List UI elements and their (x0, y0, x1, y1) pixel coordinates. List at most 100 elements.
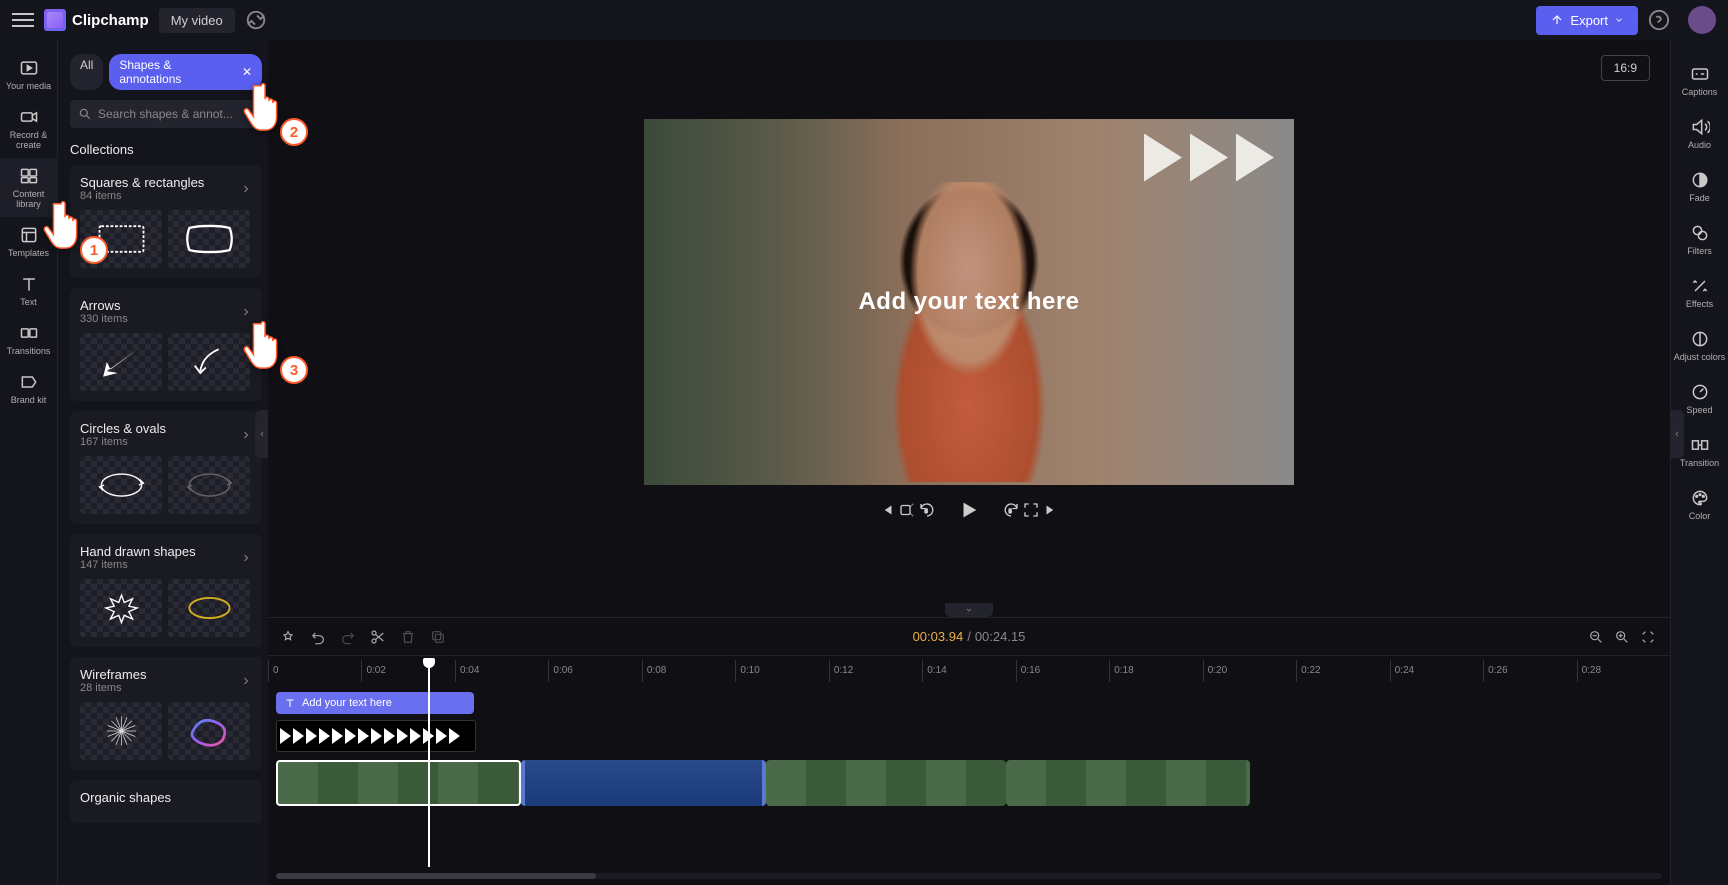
rail-audio[interactable]: Audio (1671, 107, 1728, 160)
video-clip-4[interactable] (1006, 760, 1250, 806)
player-controls: 5 5 (878, 485, 1060, 545)
color-icon (1690, 488, 1710, 508)
close-icon[interactable]: ✕ (242, 65, 252, 79)
rail-effects[interactable]: Effects (1671, 266, 1728, 319)
timeline-collapse-button[interactable] (945, 603, 993, 617)
adjust-icon (1690, 329, 1710, 349)
shape-thumb[interactable] (80, 333, 162, 391)
cursor-callout-1: 1 (40, 196, 102, 258)
play-icon[interactable] (958, 499, 980, 521)
current-time: 00:03.94 (913, 629, 964, 644)
thumbnail-toggle-icon[interactable] (898, 501, 916, 519)
main: 16:9 Add your text here 5 5 (268, 40, 1670, 885)
collection-header[interactable]: Circles & ovals 167 items (80, 421, 252, 448)
logo-icon (44, 9, 66, 31)
shape-thumb[interactable] (168, 333, 250, 391)
rail-text[interactable]: Text (0, 266, 58, 315)
timeline[interactable]: 0 0:02 0:04 0:06 0:08 0:10 0:12 0:14 0:1… (268, 655, 1670, 885)
export-button[interactable]: Export (1536, 6, 1638, 35)
arrows-clip[interactable] (276, 720, 476, 752)
cursor-number: 2 (280, 118, 308, 146)
shape-thumb[interactable] (80, 702, 162, 760)
video-clip-1[interactable] (276, 760, 521, 806)
chip-all[interactable]: All (70, 54, 103, 90)
search-icon (78, 107, 92, 121)
rail-brand-kit[interactable]: Brand kit (0, 364, 58, 413)
effects-icon (1690, 276, 1710, 296)
forward-icon[interactable]: 5 (1002, 501, 1020, 519)
collection-header[interactable]: Hand drawn shapes 147 items (80, 544, 252, 571)
magic-icon[interactable] (280, 629, 296, 645)
help-icon[interactable] (1648, 9, 1670, 31)
collection-header[interactable]: Squares & rectangles 84 items (80, 175, 252, 202)
shape-thumb[interactable] (168, 702, 250, 760)
collection-header[interactable]: Arrows 330 items (80, 298, 252, 325)
video-clip-2[interactable] (521, 760, 766, 806)
speed-icon (1690, 382, 1710, 402)
rail-your-media[interactable]: Your media (0, 50, 58, 99)
rail-adjust-colors[interactable]: Adjust colors (1671, 319, 1728, 372)
rail-color[interactable]: Color (1671, 478, 1728, 531)
cloud-sync-icon[interactable] (245, 9, 267, 31)
shape-thumb[interactable] (80, 579, 162, 637)
camera-icon (19, 107, 39, 127)
panel-collapse-button[interactable] (255, 410, 268, 458)
rail-transitions[interactable]: Transitions (0, 315, 58, 364)
video-canvas[interactable]: Add your text here (644, 119, 1294, 485)
chevron-right-icon (240, 183, 252, 195)
video-clip-3[interactable] (766, 760, 1006, 806)
zoom-in-icon[interactable] (1614, 629, 1630, 645)
chevron-left-icon (258, 429, 266, 439)
total-time: 00:24.15 (975, 629, 1026, 644)
collection-header[interactable]: Organic shapes (80, 790, 252, 805)
scroll-thumb[interactable] (276, 873, 596, 879)
chevron-right-icon (240, 675, 252, 687)
fullscreen-icon[interactable] (1022, 501, 1040, 519)
zoom-fit-icon[interactable] (1640, 629, 1656, 645)
skip-back-icon[interactable] (878, 501, 896, 519)
video-title[interactable]: My video (159, 8, 235, 33)
collection-organic: Organic shapes (70, 780, 262, 823)
undo-icon[interactable] (310, 629, 326, 645)
shape-thumb[interactable] (168, 210, 250, 268)
canvas-arrows-overlay[interactable] (1144, 134, 1274, 182)
upload-icon (1550, 13, 1564, 27)
chevron-down-icon (964, 606, 974, 614)
media-icon (19, 58, 39, 78)
app-logo[interactable]: Clipchamp (44, 9, 149, 31)
rail-record-create[interactable]: Record & create (0, 99, 58, 158)
collection-hand-drawn: Hand drawn shapes 147 items (70, 534, 262, 647)
duplicate-icon (430, 629, 446, 645)
menu-button[interactable] (12, 9, 34, 31)
shape-thumb[interactable] (168, 456, 250, 514)
right-collapse-button[interactable] (1670, 410, 1684, 458)
shape-thumb[interactable] (80, 456, 162, 514)
aspect-ratio-button[interactable]: 16:9 (1601, 55, 1650, 81)
user-avatar[interactable] (1688, 6, 1716, 34)
rail-fade[interactable]: Fade (1671, 160, 1728, 213)
svg-text:5: 5 (925, 509, 928, 515)
collections-heading: Collections (70, 142, 262, 157)
playhead[interactable] (428, 660, 430, 867)
templates-icon (19, 225, 39, 245)
zoom-out-icon[interactable] (1588, 629, 1604, 645)
shape-thumb[interactable] (168, 579, 250, 637)
text-track[interactable]: Add your text here (272, 692, 1666, 714)
rail-captions[interactable]: Captions (1671, 54, 1728, 107)
rewind-icon[interactable]: 5 (918, 501, 936, 519)
overlay-track[interactable] (272, 720, 1666, 754)
chevron-down-icon (1614, 15, 1624, 25)
chevron-right-icon (240, 429, 252, 441)
text-clip[interactable]: Add your text here (276, 692, 474, 714)
split-icon[interactable] (370, 629, 386, 645)
timeline-time: 00:03.94 / 00:24.15 (913, 629, 1026, 644)
canvas-text-overlay[interactable]: Add your text here (858, 288, 1079, 316)
skip-forward-icon[interactable] (1042, 501, 1060, 519)
content-panel: All Shapes & annotations ✕ Collections S… (58, 40, 268, 885)
timeline-ruler[interactable]: 0 0:02 0:04 0:06 0:08 0:10 0:12 0:14 0:1… (268, 660, 1670, 682)
rail-filters[interactable]: Filters (1671, 213, 1728, 266)
search-input[interactable] (70, 100, 262, 128)
collection-header[interactable]: Wireframes 28 items (80, 667, 252, 694)
video-track[interactable] (272, 760, 1666, 806)
timeline-scrollbar[interactable] (276, 873, 1662, 879)
